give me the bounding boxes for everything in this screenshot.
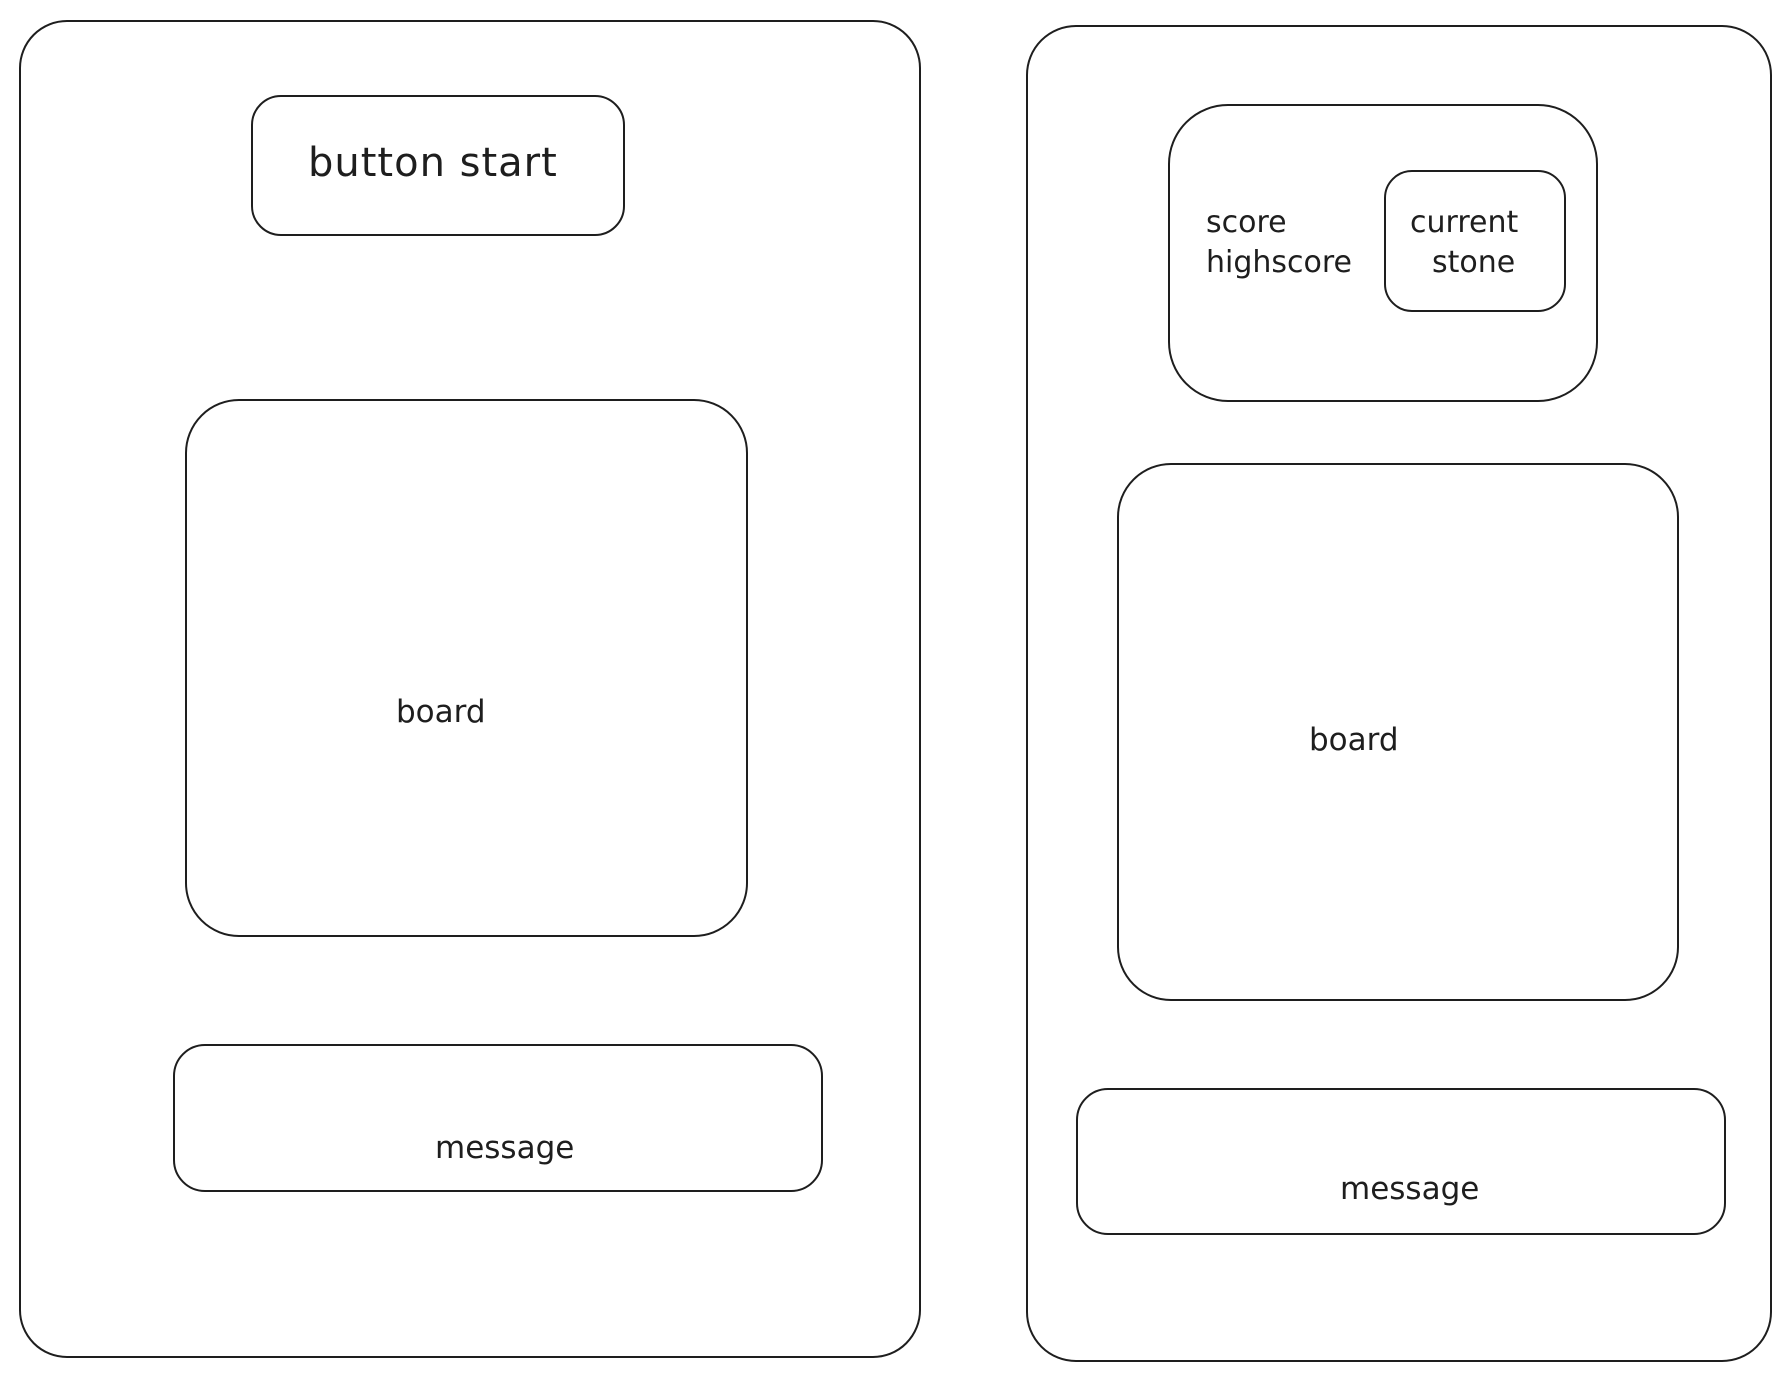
current-stone-label-line2: stone bbox=[1432, 245, 1516, 280]
message-area: message bbox=[173, 1044, 823, 1192]
current-stone-label-line1: current bbox=[1410, 205, 1519, 240]
current-stone-box: current stone bbox=[1384, 170, 1566, 312]
start-button-label: button start bbox=[308, 140, 558, 186]
message-label: message bbox=[435, 1130, 575, 1166]
board-label: board bbox=[1309, 722, 1399, 758]
message-label: message bbox=[1340, 1171, 1480, 1207]
board-label: board bbox=[396, 694, 486, 730]
message-area: message bbox=[1076, 1088, 1726, 1235]
score-label: score bbox=[1206, 205, 1287, 240]
start-button[interactable]: button start bbox=[251, 95, 625, 236]
highscore-label: highscore bbox=[1206, 245, 1353, 280]
game-board[interactable]: board bbox=[1117, 463, 1679, 1001]
game-board[interactable]: board bbox=[185, 399, 748, 937]
